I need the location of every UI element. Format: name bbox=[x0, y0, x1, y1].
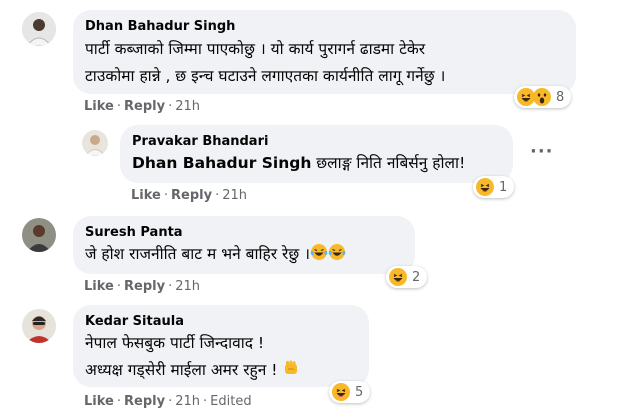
comment-actions: Like · Reply · 21h · Edited bbox=[84, 394, 252, 409]
timestamp[interactable]: 21h bbox=[175, 394, 200, 409]
laughing-crying-icon bbox=[310, 243, 328, 261]
comment-author[interactable]: Pravakar Bhandari bbox=[132, 134, 268, 149]
haha-icon bbox=[332, 383, 350, 401]
comment-author[interactable]: Kedar Sitaula bbox=[85, 314, 184, 329]
timestamp[interactable]: 21h bbox=[222, 188, 247, 203]
comment-text-line: छलाङ्ग निति नबिर्सनु होला! bbox=[311, 154, 466, 172]
separator: · bbox=[168, 394, 173, 409]
reply-button[interactable]: Reply bbox=[124, 279, 165, 294]
comment-text-line: अध्यक्ष गड्सेरी माईला अमर रहुन ! bbox=[85, 361, 278, 379]
avatar-kedar-sitaula[interactable] bbox=[22, 309, 56, 343]
comment-actions: Like · Reply · 21h bbox=[84, 279, 200, 294]
reaction-summary[interactable]: 5 bbox=[329, 381, 371, 403]
timestamp[interactable]: 21h bbox=[175, 99, 200, 114]
comment-text: नेपाल फेसबुक पार्टी जिन्दावाद ! अध्यक्ष … bbox=[85, 330, 300, 384]
reaction-count: 5 bbox=[355, 384, 364, 400]
reply-button[interactable]: Reply bbox=[124, 99, 165, 114]
reply-button[interactable]: Reply bbox=[124, 394, 165, 409]
comment-text: Dhan Bahadur Singh छलाङ्ग निति नबिर्सनु … bbox=[132, 150, 465, 177]
reaction-summary[interactable]: 8 bbox=[514, 86, 572, 108]
comment-bubble: Pravakar Bhandari Dhan Bahadur Singh छला… bbox=[120, 125, 513, 183]
haha-icon bbox=[389, 268, 407, 286]
separator: · bbox=[215, 188, 220, 203]
avatar-pravakar-bhandari[interactable] bbox=[82, 130, 108, 156]
separator: · bbox=[163, 188, 168, 203]
separator: · bbox=[168, 279, 173, 294]
more-options-icon[interactable]: ··· bbox=[530, 141, 554, 162]
timestamp[interactable]: 21h bbox=[175, 279, 200, 294]
reaction-count: 8 bbox=[556, 89, 565, 105]
comment-text-line: टाउकोमा हान्ने , छ इन्च घटाउने लगाएतका क… bbox=[85, 67, 446, 85]
wow-icon bbox=[533, 88, 551, 106]
haha-icon bbox=[476, 178, 494, 196]
comment-text: पार्टी कब्जाको जिम्मा पाएकोछु । यो कार्य… bbox=[85, 36, 445, 90]
laughing-crying-icon bbox=[328, 243, 346, 261]
reply-button[interactable]: Reply bbox=[171, 188, 212, 203]
like-button[interactable]: Like bbox=[131, 188, 161, 203]
avatar-dhan-bahadur-singh[interactable] bbox=[22, 12, 56, 46]
raised-fist-icon bbox=[282, 359, 300, 377]
like-button[interactable]: Like bbox=[84, 99, 114, 114]
comment-bubble: Kedar Sitaula नेपाल फेसबुक पार्टी जिन्दा… bbox=[73, 305, 369, 387]
like-button[interactable]: Like bbox=[84, 394, 114, 409]
mention-link[interactable]: Dhan Bahadur Singh bbox=[132, 154, 311, 172]
comment-author[interactable]: Dhan Bahadur Singh bbox=[85, 19, 235, 34]
comment-text: जे होश राजनीति बाट म भने बाहिर रेछु । bbox=[85, 241, 346, 268]
reaction-summary[interactable]: 1 bbox=[473, 176, 515, 198]
reaction-count: 2 bbox=[412, 269, 421, 285]
edited-label: Edited bbox=[210, 394, 252, 409]
comment-text-line: नेपाल फेसबुक पार्टी जिन्दावाद ! bbox=[85, 334, 265, 352]
reaction-count: 1 bbox=[499, 179, 508, 195]
comment-actions: Like · Reply · 21h bbox=[131, 188, 247, 203]
separator: · bbox=[203, 394, 208, 409]
like-button[interactable]: Like bbox=[84, 279, 114, 294]
comment-author[interactable]: Suresh Panta bbox=[85, 225, 183, 240]
comment-bubble: Dhan Bahadur Singh पार्टी कब्जाको जिम्मा… bbox=[73, 10, 576, 94]
separator: · bbox=[168, 99, 173, 114]
comment-actions: Like · Reply · 21h bbox=[84, 99, 200, 114]
comment-text-line: पार्टी कब्जाको जिम्मा पाएकोछु । यो कार्य… bbox=[85, 40, 426, 58]
separator: · bbox=[116, 394, 121, 409]
reaction-summary[interactable]: 2 bbox=[386, 266, 428, 288]
avatar-suresh-panta[interactable] bbox=[22, 218, 56, 252]
separator: · bbox=[116, 99, 121, 114]
comment-bubble: Suresh Panta जे होश राजनीति बाट म भने बा… bbox=[73, 216, 415, 274]
comment-text-line: जे होश राजनीति बाट म भने बाहिर रेछु । bbox=[85, 245, 310, 263]
separator: · bbox=[116, 279, 121, 294]
